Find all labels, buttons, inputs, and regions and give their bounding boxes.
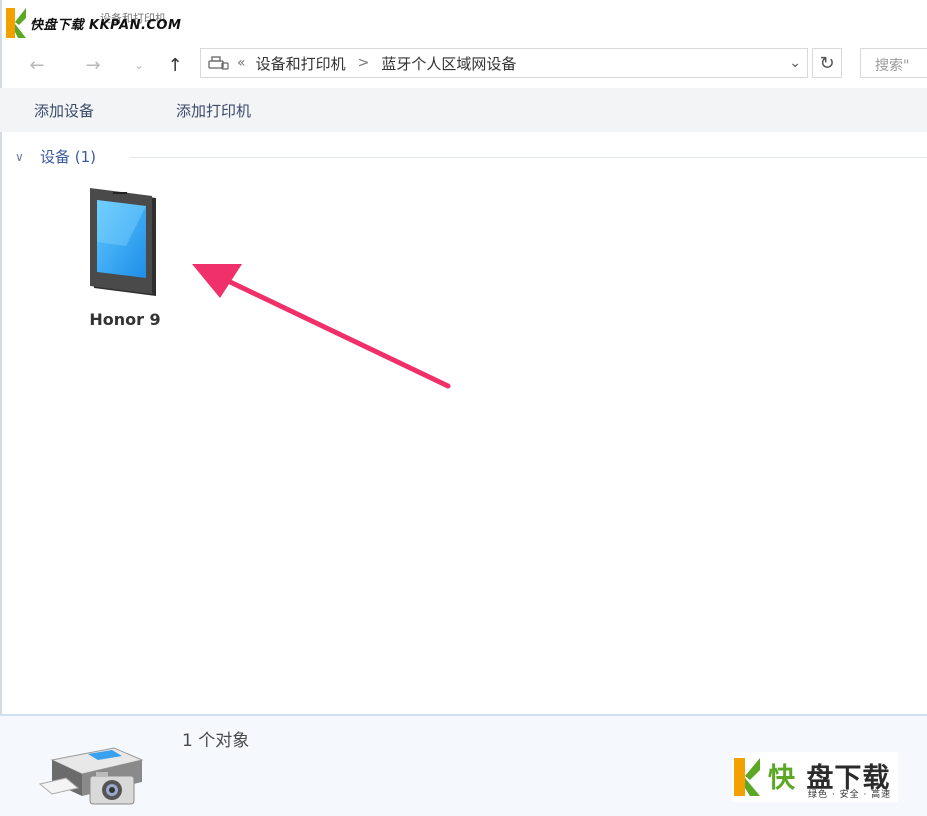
- annotation-arrow: [192, 264, 451, 389]
- device-label[interactable]: Honor 9: [60, 310, 190, 329]
- refresh-icon: ↻: [819, 52, 835, 74]
- arrow-up-icon: ↑: [167, 54, 183, 76]
- add-device-button[interactable]: 添加设备: [34, 100, 94, 121]
- object-count: 1 个对象: [182, 731, 250, 751]
- devices-printers-icon: [208, 56, 229, 70]
- breadcrumb-separator[interactable]: >: [358, 55, 370, 71]
- search-input[interactable]: 搜索": [860, 48, 927, 78]
- breadcrumb-bluetooth-pan[interactable]: 蓝牙个人区域网设备: [381, 53, 516, 74]
- kkpan-brand-logo-icon: [734, 758, 760, 796]
- watermark-text: 快盘下载 KKPAN.COM: [30, 18, 182, 33]
- recent-locations-button[interactable]: ⌄: [126, 52, 152, 78]
- group-header-devices[interactable]: 设备 (1): [40, 146, 96, 167]
- printer-camera-icon: [38, 747, 144, 805]
- brand-slogan: 绿色 · 安全 · 高速: [808, 790, 892, 800]
- refresh-button[interactable]: ↻: [812, 48, 842, 78]
- address-bar[interactable]: « 设备和打印机 > 蓝牙个人区域网设备 ⌄: [200, 48, 808, 78]
- chevron-down-icon: ⌄: [133, 58, 145, 72]
- breadcrumb-devices-printers[interactable]: 设备和打印机: [256, 53, 346, 74]
- group-divider: [130, 157, 927, 158]
- kkpan-logo-icon: [6, 8, 26, 38]
- smartphone-icon[interactable]: [86, 186, 162, 298]
- arrow-left-icon: ←: [29, 54, 45, 76]
- up-button[interactable]: ↑: [162, 52, 188, 78]
- group-collapse-icon[interactable]: ∨: [15, 150, 24, 164]
- add-printer-button[interactable]: 添加打印机: [176, 100, 251, 121]
- brand-name-accent: 快: [768, 763, 796, 794]
- arrow-right-icon: →: [85, 54, 101, 76]
- address-overflow[interactable]: «: [237, 55, 246, 71]
- back-button[interactable]: ←: [24, 52, 50, 78]
- forward-button[interactable]: →: [80, 52, 106, 78]
- command-bar: [0, 88, 927, 132]
- address-dropdown-icon[interactable]: ⌄: [789, 55, 801, 71]
